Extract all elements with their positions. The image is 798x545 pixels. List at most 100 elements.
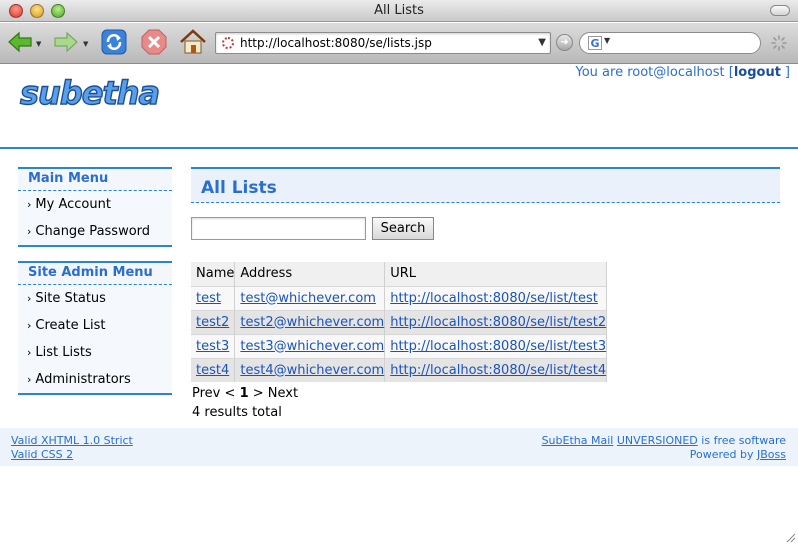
name-cell: test2	[191, 309, 236, 334]
menu-item-list-lists[interactable]: › List Lists	[18, 339, 172, 366]
list-url-link[interactable]: http://localhost:8080/se/list/test3	[390, 339, 606, 354]
menu-item-site-status[interactable]: › Site Status	[18, 285, 172, 312]
window-close-button[interactable]	[9, 4, 23, 18]
list-address-link[interactable]: test3@whichever.com	[240, 339, 384, 354]
pagination: Prev < 1 > Next	[192, 386, 298, 401]
go-button[interactable]: ➜	[556, 34, 573, 51]
logout-link[interactable]: logout	[734, 65, 781, 80]
subetha-logo[interactable]: subetha	[18, 72, 168, 112]
search-button[interactable]: Search	[372, 217, 434, 240]
loading-icon	[222, 37, 234, 49]
url-cell: http://localhost:8080/se/list/test	[384, 285, 608, 310]
site-admin-menu-title: Site Admin Menu	[18, 263, 172, 285]
chevron-right-icon: ›	[27, 292, 32, 305]
web-page: subetha You are root@localhost [logout] …	[0, 64, 798, 545]
list-url-link[interactable]: http://localhost:8080/se/list/test	[390, 291, 598, 306]
window-titlebar: All Lists	[0, 0, 798, 22]
jboss-link[interactable]: JBoss	[757, 448, 786, 461]
main-menu: Main Menu › My Account › Change Password	[18, 167, 172, 247]
stop-button[interactable]	[139, 27, 169, 57]
pager-current-page: 1	[239, 386, 249, 401]
address-cell: test3@whichever.com	[234, 333, 386, 358]
chevron-right-icon: ›	[27, 346, 32, 359]
results-total: 4 results total	[192, 405, 282, 420]
main-menu-title: Main Menu	[18, 169, 172, 191]
list-address-link[interactable]: test@whichever.com	[240, 291, 376, 306]
name-cell: test	[191, 285, 236, 310]
table-row: test2 test2@whichever.com http://localho…	[191, 309, 608, 334]
address-cell: test@whichever.com	[234, 285, 386, 310]
menu-item-my-account[interactable]: › My Account	[18, 191, 172, 218]
back-button[interactable]	[5, 27, 35, 57]
menu-item-label[interactable]: Create List	[35, 318, 105, 333]
list-name-link[interactable]: test	[196, 291, 221, 306]
footer-validation-links: Valid XHTML 1.0 Strict Valid CSS 2	[11, 434, 133, 462]
valid-css-link[interactable]: Valid CSS 2	[11, 448, 73, 461]
pager-next: Next	[267, 386, 299, 401]
window-zoom-button[interactable]	[51, 4, 65, 18]
address-history-dropdown-icon[interactable]: ▼	[538, 37, 546, 48]
forward-arrow-icon	[54, 31, 78, 53]
list-name-link[interactable]: test2	[196, 315, 229, 330]
back-arrow-icon	[8, 31, 32, 53]
table-row: test test@whichever.com http://localhost…	[191, 285, 608, 310]
search-engine-dropdown-icon[interactable]: ▼	[604, 36, 610, 45]
stop-icon	[141, 29, 167, 55]
lists-table: Name Address URL test test@whichever.com…	[191, 262, 608, 382]
pager-gt: >	[252, 386, 264, 401]
list-address-link[interactable]: test4@whichever.com	[240, 363, 384, 378]
google-icon[interactable]: G	[588, 36, 602, 50]
window-minimize-button[interactable]	[30, 4, 44, 18]
menu-item-label[interactable]: List Lists	[35, 345, 91, 360]
address-bar-url[interactable]: http://localhost:8080/se/lists.jsp	[240, 36, 432, 50]
list-url-link[interactable]: http://localhost:8080/se/list/test4	[390, 363, 606, 378]
footer-credits: SubEtha Mail UNVERSIONED is free softwar…	[542, 434, 786, 462]
url-cell: http://localhost:8080/se/list/test4	[384, 357, 608, 382]
resize-grip-icon[interactable]	[784, 531, 796, 543]
pager-lt: <	[224, 386, 236, 401]
version-link[interactable]: UNVERSIONED	[617, 434, 698, 447]
table-row: test3 test3@whichever.com http://localho…	[191, 333, 608, 358]
table-header-row: Name Address URL	[191, 262, 608, 286]
back-history-dropdown-icon[interactable]: ▼	[36, 40, 41, 48]
menu-item-label[interactable]: Site Status	[35, 291, 106, 306]
chevron-right-icon: ›	[27, 319, 32, 332]
search-engine-field[interactable]: G ▼	[579, 32, 761, 54]
svg-text:subetha: subetha	[20, 74, 159, 112]
site-admin-menu: Site Admin Menu › Site Status › Create Lis…	[18, 261, 172, 395]
menu-item-administrators[interactable]: › Administrators	[18, 366, 172, 393]
list-url-link[interactable]: http://localhost:8080/se/list/test2	[390, 315, 606, 330]
address-bar[interactable]: http://localhost:8080/se/lists.jsp ▼	[215, 32, 551, 54]
subetha-mail-link[interactable]: SubEtha Mail	[542, 434, 614, 447]
browser-window: All Lists ▼ ▼ http://localhost:8080/se/l…	[0, 0, 798, 545]
home-button[interactable]	[178, 27, 208, 57]
page-footer: Valid XHTML 1.0 Strict Valid CSS 2 SubEt…	[0, 428, 798, 466]
page-title: All Lists	[201, 178, 277, 198]
chevron-right-icon: ›	[27, 373, 32, 386]
menu-item-label[interactable]: My Account	[35, 197, 111, 212]
list-name-link[interactable]: test3	[196, 339, 229, 354]
search-input[interactable]	[191, 217, 366, 240]
pager-prev: Prev	[192, 386, 221, 401]
reload-button[interactable]	[99, 27, 129, 57]
list-address-link[interactable]: test2@whichever.com	[240, 315, 384, 330]
reload-icon	[101, 29, 127, 55]
menu-item-label[interactable]: Change Password	[35, 224, 150, 239]
column-header-name: Name	[191, 262, 236, 286]
address-cell: test4@whichever.com	[234, 357, 386, 382]
valid-xhtml-link[interactable]: Valid XHTML 1.0 Strict	[11, 434, 133, 447]
home-icon	[180, 29, 206, 54]
chevron-right-icon: ›	[27, 225, 32, 238]
toolbar-toggle-button[interactable]	[770, 5, 790, 16]
forward-history-dropdown-icon[interactable]: ▼	[83, 40, 88, 48]
forward-button[interactable]	[51, 27, 81, 57]
window-title: All Lists	[374, 3, 424, 18]
menu-item-label[interactable]: Administrators	[35, 372, 130, 387]
user-status: You are root@localhost [logout]	[576, 65, 791, 80]
url-cell: http://localhost:8080/se/list/test2	[384, 309, 608, 334]
menu-item-change-password[interactable]: › Change Password	[18, 218, 172, 245]
user-status-text: You are root@localhost [	[575, 65, 734, 80]
menu-item-create-list[interactable]: › Create List	[18, 312, 172, 339]
list-name-link[interactable]: test4	[196, 363, 229, 378]
activity-throbber-icon	[771, 35, 787, 51]
